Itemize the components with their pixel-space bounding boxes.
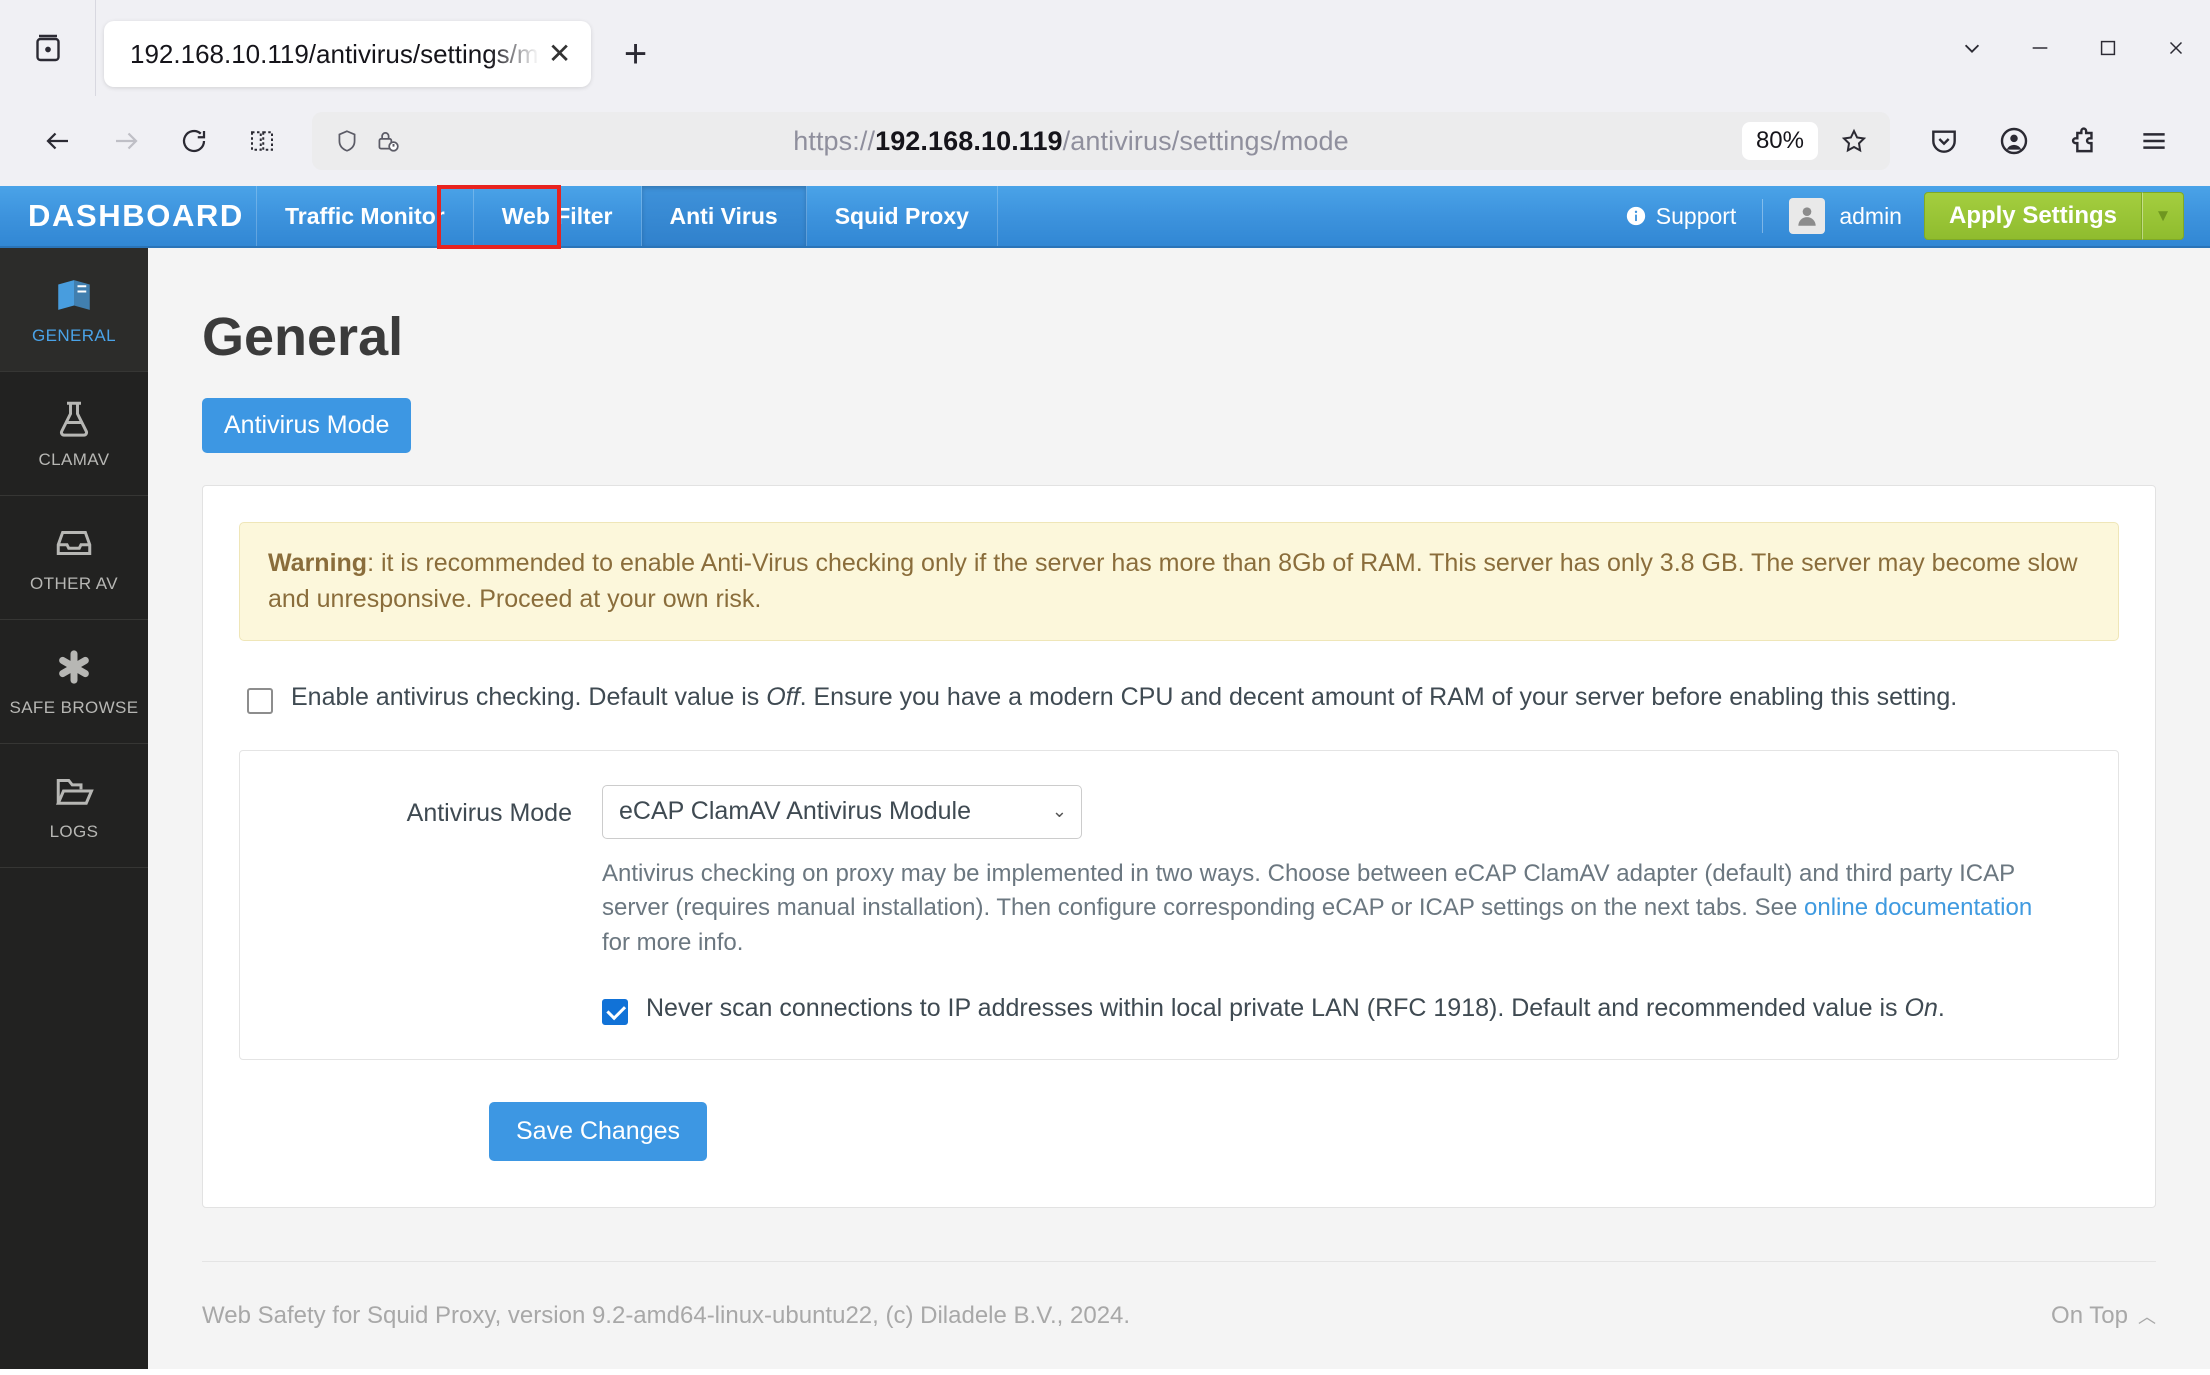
bookmark-star-icon[interactable] xyxy=(1832,119,1876,163)
shield-icon xyxy=(338,130,356,152)
warning-prefix: Warning xyxy=(268,549,368,577)
tab-strip: 192.168.10.119/antivirus/settings/m ✕ + xyxy=(0,0,2210,96)
sidebar-item-general[interactable]: GENERAL xyxy=(0,248,148,372)
window-controls xyxy=(1938,0,2210,96)
forward-icon xyxy=(94,109,158,173)
pocket-save-icon[interactable] xyxy=(1914,111,1974,171)
save-changes-button[interactable]: Save Changes xyxy=(489,1102,708,1162)
top-navigation: DASHBOARD Traffic Monitor Web Filter Ant… xyxy=(0,185,2210,249)
on-top-button[interactable]: On Top ︿ xyxy=(2051,1302,2156,1330)
topnav-item-anti-virus[interactable]: Anti Virus xyxy=(641,186,807,246)
info-icon xyxy=(1626,206,1645,226)
main-content: General Antivirus Mode Warning: it is re… xyxy=(148,248,2210,1369)
apply-settings-button[interactable]: Apply Settings xyxy=(1923,192,2142,240)
browser-chrome: 192.168.10.119/antivirus/settings/m ✕ + xyxy=(0,0,2210,186)
back-icon[interactable] xyxy=(26,109,90,173)
topnav-item-traffic-monitor[interactable]: Traffic Monitor xyxy=(257,186,474,246)
on-top-label: On Top xyxy=(2051,1301,2128,1329)
online-documentation-link[interactable]: online documentation xyxy=(1804,894,2032,921)
sidebar: GENERAL CLAMAV OTHER AV SAFE BROWSE LOGS xyxy=(0,248,148,1369)
avatar xyxy=(1789,198,1826,234)
footer: Web Safety for Squid Proxy, version 9.2-… xyxy=(202,1261,2156,1369)
sidebar-item-label: SAFE BROWSE xyxy=(9,698,139,717)
enable-antivirus-label: Enable antivirus checking. Default value… xyxy=(291,682,1958,711)
sidebar-item-logs[interactable]: LOGS xyxy=(0,744,148,868)
inbox-icon xyxy=(53,521,95,565)
browser-tab[interactable]: 192.168.10.119/antivirus/settings/m ✕ xyxy=(104,21,591,87)
asterisk-icon xyxy=(53,645,95,689)
minimize-icon[interactable] xyxy=(2006,14,2074,82)
enable-antivirus-checkbox[interactable] xyxy=(247,687,273,714)
never-scan-checkbox[interactable] xyxy=(602,999,628,1026)
footer-text: Web Safety for Squid Proxy, version 9.2-… xyxy=(202,1301,1131,1329)
antivirus-mode-row: Antivirus Mode eCAP ClamAV Antivirus Mod… xyxy=(240,784,2088,961)
chevron-up-icon: ︿ xyxy=(2138,1306,2156,1327)
brand-dashboard[interactable]: DASHBOARD xyxy=(0,186,257,246)
folder-icon xyxy=(53,769,95,813)
navigation-toolbar: https://192.168.10.119/antivirus/setting… xyxy=(0,96,2210,186)
list-all-tabs-icon[interactable] xyxy=(1938,14,2006,82)
save-row: Save Changes xyxy=(489,1102,2119,1162)
book-icon xyxy=(53,273,95,317)
lock-warning-icon xyxy=(378,132,399,152)
reload-icon[interactable] xyxy=(162,109,226,173)
sidebar-item-clamav[interactable]: CLAMAV xyxy=(0,372,148,496)
sidebar-item-label: LOGS xyxy=(49,822,99,841)
tab-antivirus-mode[interactable]: Antivirus Mode xyxy=(202,398,412,453)
enable-antivirus-row[interactable]: Enable antivirus checking. Default value… xyxy=(247,683,2119,714)
zoom-level-badge[interactable]: 80% xyxy=(1741,122,1818,160)
antivirus-mode-select[interactable]: eCAP ClamAV Antivirus Module ⌄ xyxy=(602,784,1082,839)
antivirus-mode-box: Antivirus Mode eCAP ClamAV Antivirus Mod… xyxy=(239,749,2119,1061)
never-scan-label: Never scan connections to IP addresses w… xyxy=(646,994,1945,1023)
antivirus-mode-help: Antivirus checking on proxy may be imple… xyxy=(602,859,2033,956)
tab-title: 192.168.10.119/antivirus/settings/m xyxy=(130,38,539,69)
extensions-puzzle-icon[interactable] xyxy=(2054,111,2114,171)
flask-icon xyxy=(53,397,95,441)
account-icon[interactable] xyxy=(1984,111,2044,171)
section-tabs: Antivirus Mode xyxy=(202,398,2210,453)
close-icon[interactable]: ✕ xyxy=(543,37,577,71)
sidebar-item-label: CLAMAV xyxy=(38,450,110,469)
reader-mode-icon[interactable] xyxy=(230,109,294,173)
warning-banner: Warning: it is recommended to enable Ant… xyxy=(239,522,2119,641)
sidebar-item-label: GENERAL xyxy=(31,326,117,345)
close-window-icon[interactable] xyxy=(2142,14,2210,82)
firefox-view-icon[interactable] xyxy=(0,0,96,96)
maximize-icon[interactable] xyxy=(2074,14,2142,82)
antivirus-mode-label: Antivirus Mode xyxy=(406,798,572,827)
url-bar[interactable]: https://192.168.10.119/antivirus/setting… xyxy=(312,112,1890,170)
support-label: Support xyxy=(1655,202,1737,229)
page-title: General xyxy=(202,307,404,367)
app-menu-icon[interactable] xyxy=(2124,111,2184,171)
never-scan-row[interactable]: Never scan connections to IP addresses w… xyxy=(602,994,2088,1026)
topnav-item-web-filter[interactable]: Web Filter xyxy=(474,186,642,246)
web-app: DASHBOARD Traffic Monitor Web Filter Ant… xyxy=(0,185,2210,1369)
chevron-down-icon: ⌄ xyxy=(1051,801,1067,821)
sidebar-item-other-av[interactable]: OTHER AV xyxy=(0,496,148,620)
apply-settings-caret-icon[interactable]: ▼ xyxy=(2142,192,2184,240)
warning-text: : it is recommended to enable Anti-Virus… xyxy=(268,549,2078,614)
sidebar-item-label: OTHER AV xyxy=(30,574,118,593)
url-text: https://192.168.10.119/antivirus/setting… xyxy=(793,125,1349,156)
topnav-right: Support admin Apply Settings ▼ xyxy=(1599,186,2210,246)
new-tab-icon[interactable]: + xyxy=(609,27,663,81)
user-menu[interactable]: admin xyxy=(1763,198,1924,234)
antivirus-mode-value: eCAP ClamAV Antivirus Module xyxy=(619,797,972,825)
topnav-item-squid-proxy[interactable]: Squid Proxy xyxy=(807,186,998,246)
username-label: admin xyxy=(1839,202,1902,229)
sidebar-item-safe-browse[interactable]: SAFE BROWSE xyxy=(0,620,148,744)
settings-panel: Warning: it is recommended to enable Ant… xyxy=(202,485,2156,1209)
support-link[interactable]: Support xyxy=(1599,203,1763,230)
toolbar-icons xyxy=(1914,111,2184,171)
